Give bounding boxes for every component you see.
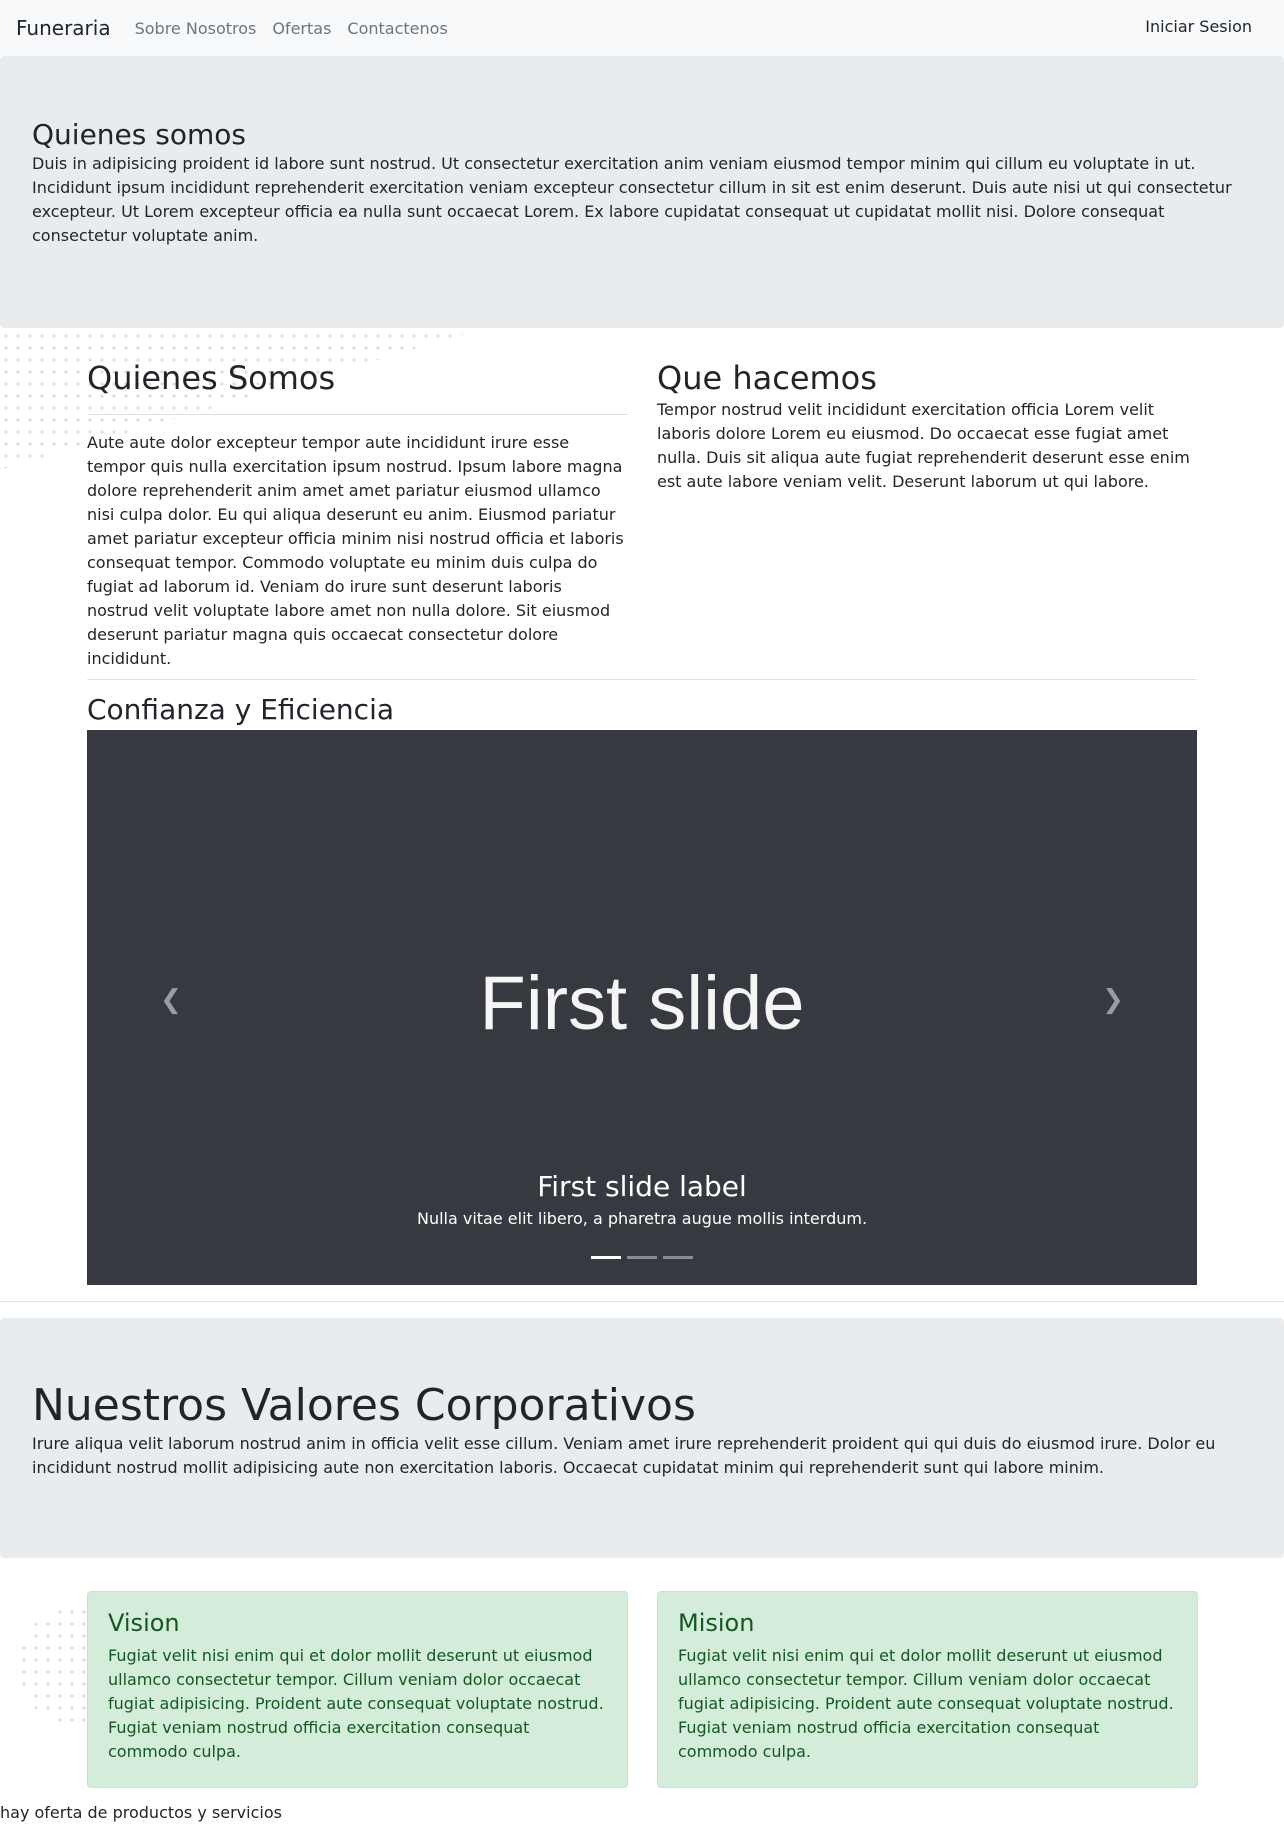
values-text: Irure aliqua velit laborum nostrud anim … — [32, 1434, 1216, 1477]
what-title: Que hacemos — [657, 359, 877, 397]
values-title: Nuestros Valores Corporativos — [32, 1380, 696, 1431]
chevron-right-icon[interactable]: ❯ — [1093, 980, 1133, 1020]
carousel-section-title: Confianza y Eficiencia — [87, 693, 395, 726]
slide-caption-title: First slide label — [537, 1170, 747, 1203]
nav-link-contactenos[interactable]: Contactenos — [347, 19, 447, 38]
slide-caption: First slide label Nulla vitae elit liber… — [87, 1170, 1197, 1230]
slide-placeholder-text: First slide — [479, 961, 805, 1046]
nav-links: Sobre Nosotros Ofertas Contactenos — [135, 19, 464, 38]
mision-card: Mision Fugiat velit nisi enim qui et dol… — [657, 1591, 1198, 1788]
about-column: Quienes Somos — [87, 358, 628, 398]
hero-text: Duis in adipisicing proident id labore s… — [32, 154, 1232, 245]
navbar: Funeraria Sobre Nosotros Ofertas Contact… — [0, 0, 1284, 56]
nav-link-ofertas[interactable]: Ofertas — [272, 19, 331, 38]
footer-text: hay oferta de productos y servicios — [0, 1803, 282, 1822]
about-title: Quienes Somos — [87, 359, 336, 397]
about-body: Aute aute dolor excepteur tempor aute in… — [87, 431, 628, 671]
about-text: Aute aute dolor excepteur tempor aute in… — [87, 433, 624, 668]
carousel: First slide ❮ ❯ First slide label Nulla … — [87, 730, 1197, 1285]
hero-jumbotron: Quienes somos Duis in adipisicing proide… — [0, 56, 1284, 328]
navbar-brand[interactable]: Funeraria — [16, 16, 111, 40]
carousel-indicator-1[interactable] — [591, 1256, 621, 1259]
carousel-indicators — [87, 1256, 1197, 1259]
login-link[interactable]: Iniciar Sesion — [1145, 17, 1252, 36]
values-jumbotron: Nuestros Valores Corporativos Irure aliq… — [0, 1318, 1284, 1558]
vision-title: Vision — [108, 1609, 180, 1637]
mision-title: Mision — [678, 1609, 755, 1637]
section-divider — [87, 679, 1197, 680]
what-text: Tempor nostrud velit incididunt exercita… — [657, 400, 1190, 491]
about-divider — [87, 414, 628, 415]
nav-link-sobre-nosotros[interactable]: Sobre Nosotros — [135, 19, 257, 38]
chevron-left-icon[interactable]: ❮ — [151, 980, 191, 1020]
carousel-indicator-2[interactable] — [627, 1256, 657, 1259]
vision-card: Vision Fugiat velit nisi enim qui et dol… — [87, 1591, 628, 1788]
page-divider — [0, 1301, 1284, 1302]
vision-text: Fugiat velit nisi enim qui et dolor moll… — [108, 1646, 604, 1761]
what-column: Que hacemos Tempor nostrud velit incidid… — [657, 358, 1198, 494]
hero-title: Quienes somos — [32, 118, 246, 151]
slide-caption-text: Nulla vitae elit libero, a pharetra augu… — [416, 1209, 868, 1228]
carousel-indicator-3[interactable] — [663, 1256, 693, 1259]
mision-text: Fugiat velit nisi enim qui et dolor moll… — [678, 1646, 1174, 1761]
